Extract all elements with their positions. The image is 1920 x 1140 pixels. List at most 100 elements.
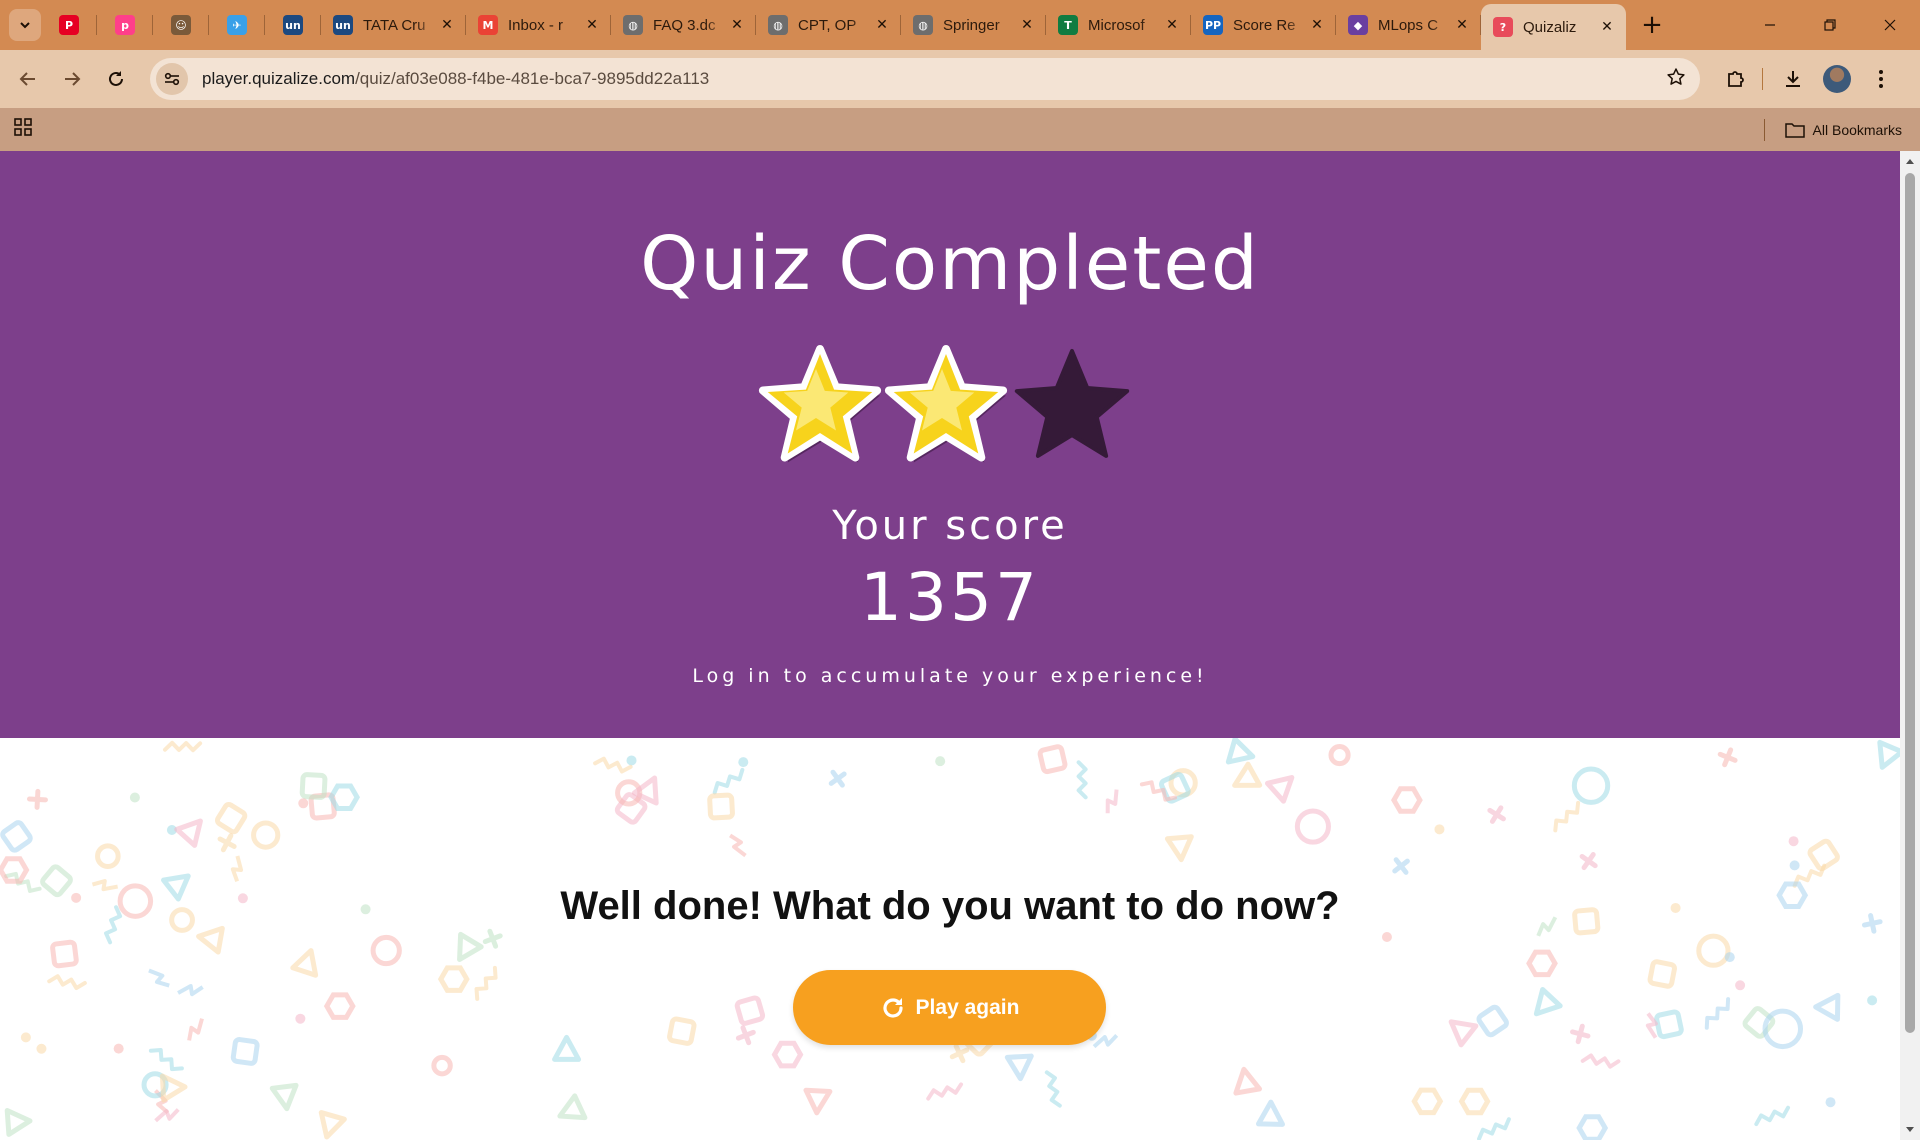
scroll-up-arrow-icon[interactable] — [1904, 155, 1916, 167]
scroll-down-arrow-icon[interactable] — [1904, 1124, 1916, 1136]
picsart-icon: p — [115, 15, 135, 35]
decorative-shape — [1458, 1087, 1491, 1116]
decorative-shape — [926, 1082, 964, 1101]
tab-close-icon[interactable]: ✕ — [1018, 16, 1036, 34]
back-button[interactable] — [8, 59, 48, 99]
browser-tab[interactable]: ? Quizaliz ✕ — [1481, 4, 1626, 50]
decorative-shape — [482, 928, 503, 949]
downloads-button[interactable] — [1773, 59, 1813, 99]
decorative-shape — [95, 843, 121, 870]
bookmarks-separator — [1763, 118, 1765, 141]
next-step-heading: Well done! What do you want to do now? — [560, 884, 1340, 928]
star-filled-icon — [758, 345, 882, 463]
pinned-tab[interactable]: ☺ — [153, 0, 209, 50]
address-bar[interactable]: player.quizalize.com/quiz/af03e088-f4be-… — [150, 58, 1700, 100]
decorative-shape — [437, 965, 470, 993]
decorative-shape — [1328, 744, 1351, 767]
browser-tab[interactable]: PP Score Re ✕ — [1191, 0, 1336, 50]
gmail-icon: M — [478, 15, 498, 35]
tab-close-icon[interactable]: ✕ — [1598, 18, 1616, 36]
decorative-shape — [1579, 852, 1598, 871]
tab-close-icon[interactable]: ✕ — [1453, 16, 1471, 34]
pinned-tab[interactable]: ✈ — [209, 0, 265, 50]
decorative-shape — [1754, 1105, 1791, 1127]
site-info-button[interactable] — [156, 63, 188, 95]
pinned-tab[interactable]: un — [265, 0, 321, 50]
tab-title: Score Re — [1233, 16, 1296, 34]
decorative-shape — [593, 756, 633, 774]
star-outline-icon — [1667, 67, 1685, 85]
extensions-button[interactable] — [1716, 59, 1756, 99]
new-tab-button[interactable]: + — [1632, 5, 1672, 45]
ms-teams-icon: T — [1058, 15, 1078, 35]
decorative-shape — [712, 767, 745, 795]
browser-tab[interactable]: ◍ FAQ 3.dc ✕ — [611, 0, 756, 50]
decorative-shape — [214, 801, 248, 835]
apps-button[interactable] — [14, 118, 32, 141]
decorative-shape — [1704, 997, 1731, 1030]
profile-button[interactable] — [1817, 59, 1857, 99]
tab-title: CPT, OP — [798, 16, 857, 34]
tab-close-icon[interactable]: ✕ — [583, 16, 601, 34]
restore-button[interactable] — [1800, 0, 1860, 50]
quiz-result-page: Quiz Completed Your score 1357 Log in to… — [0, 151, 1900, 1140]
tab-close-icon[interactable]: ✕ — [1163, 16, 1181, 34]
decorative-shape — [626, 755, 637, 766]
browser-tab[interactable]: T Microsof ✕ — [1046, 0, 1191, 50]
result-banner: Quiz Completed Your score 1357 Log in to… — [0, 151, 1900, 738]
plus-icon: + — [1641, 10, 1663, 40]
tab-close-icon[interactable]: ✕ — [873, 16, 891, 34]
decorative-shape — [26, 788, 48, 810]
decorative-shape — [1434, 824, 1445, 835]
tab-search-button[interactable] — [9, 9, 41, 41]
url-path: /quiz/af03e088-f4be-481e-bca7-9895dd22a1… — [355, 69, 710, 88]
download-icon — [1786, 71, 1800, 87]
tab-title: Springer — [943, 16, 1000, 34]
play-again-label: Play again — [915, 995, 1020, 1019]
decorative-shape — [251, 820, 281, 850]
decorative-shape — [1571, 766, 1611, 805]
all-bookmarks[interactable]: All Bookmarks — [1763, 118, 1902, 141]
kebab-menu-icon — [1879, 70, 1883, 88]
page-scrollbar[interactable] — [1900, 151, 1920, 1140]
play-again-button[interactable]: Play again — [793, 970, 1106, 1045]
forward-button[interactable] — [52, 59, 92, 99]
unstop-icon: un — [283, 15, 303, 35]
decorative-shape — [230, 1037, 260, 1066]
close-window-button[interactable] — [1860, 0, 1920, 50]
decorative-shape — [47, 974, 87, 991]
tab-close-icon[interactable]: ✕ — [438, 16, 456, 34]
login-message[interactable]: Log in to accumulate your experience! — [0, 665, 1900, 687]
minimize-button[interactable] — [1740, 0, 1800, 50]
star-empty-icon — [1014, 349, 1130, 458]
decorative-shape — [129, 792, 140, 803]
decorative-shape — [1867, 995, 1878, 1006]
browser-tab[interactable]: M Inbox - r ✕ — [466, 0, 611, 50]
tab-close-icon[interactable]: ✕ — [728, 16, 746, 34]
pinned-tabs: Pp ☺ ✈ un — [41, 0, 321, 50]
decorative-shape — [1533, 987, 1563, 1017]
globe-icon: ◍ — [768, 15, 788, 35]
reload-button[interactable] — [96, 59, 136, 99]
bookmark-star-button[interactable] — [1666, 67, 1686, 92]
tab-close-icon[interactable]: ✕ — [1308, 16, 1326, 34]
pinned-tab[interactable]: P — [41, 0, 97, 50]
decorative-shape — [1004, 1053, 1034, 1082]
decorative-shape — [230, 855, 244, 883]
tab-title: MLops C — [1378, 16, 1439, 34]
scrollbar-thumb[interactable] — [1905, 173, 1915, 1033]
decorative-shape — [707, 792, 735, 821]
browser-tab[interactable]: ◍ Springer ✕ — [901, 0, 1046, 50]
decorative-shape — [1654, 1009, 1684, 1040]
menu-button[interactable] — [1861, 59, 1901, 99]
pinned-tab[interactable]: p — [97, 0, 153, 50]
browser-tab[interactable]: un TATA Cru ✕ — [321, 0, 466, 50]
decorative-shape — [557, 1093, 588, 1121]
profile-doodle-icon: ☺ — [171, 15, 191, 35]
browser-tab[interactable]: ◍ CPT, OP ✕ — [756, 0, 901, 50]
decorative-shape — [1294, 808, 1331, 845]
decorative-shape — [1255, 1099, 1285, 1127]
tab-title: Microsof — [1088, 16, 1145, 34]
browser-tab[interactable]: ◆ MLops C ✕ — [1336, 0, 1481, 50]
decorative-shape — [474, 965, 498, 1001]
